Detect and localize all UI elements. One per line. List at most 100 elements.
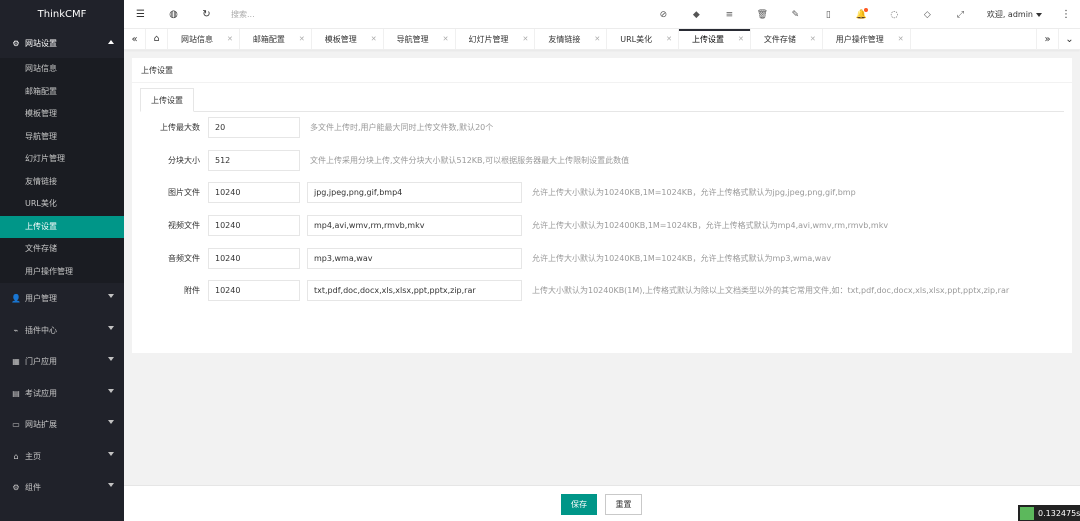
sidebar-item-storage[interactable]: 文件存储 <box>0 238 124 261</box>
max-files-input[interactable]: 20 <box>208 117 300 138</box>
sidebar-group-label: 组件 <box>25 483 41 493</box>
chevron-down-icon <box>108 483 114 487</box>
inner-tab-bar: 上传设置 <box>140 88 1064 112</box>
sidebar-item-upload[interactable]: 上传设置 <box>0 215 124 238</box>
timer-value: 0.132475s <box>1038 509 1080 518</box>
trash-icon[interactable]: 🗑 <box>746 10 779 20</box>
sidebar-group-plugins[interactable]: ⌁ 插件中心 <box>0 315 124 347</box>
inner-tab-upload[interactable]: 上传设置 <box>140 88 194 112</box>
image-ext-input[interactable]: jpg,jpeg,png,gif,bmp4 <box>307 182 522 203</box>
tag-icon[interactable]: ◇ <box>911 10 944 20</box>
layers-icon[interactable]: ◆ <box>680 10 713 20</box>
edit-icon[interactable]: ✎ <box>779 10 812 20</box>
refresh-icon[interactable]: ↻ <box>190 9 223 20</box>
document-icon[interactable]: ▯ <box>812 10 845 20</box>
close-icon[interactable]: ✕ <box>443 35 449 43</box>
list-icon[interactable]: ≡ <box>713 10 746 20</box>
more-icon[interactable]: ⋮ <box>1052 9 1080 20</box>
debug-timer[interactable]: 0.132475s <box>1018 505 1080 521</box>
row-audio-files: 音频文件 10240 mp3,wma,wav 允许上传大小默认为10240KB,… <box>132 248 1072 269</box>
sidebar-group-exam[interactable]: ▤ 考试应用 <box>0 378 124 410</box>
gears-icon: ⚙ <box>12 39 20 48</box>
sidebar-group-label: 考试应用 <box>25 388 57 398</box>
tab-label: 友情链接 <box>548 34 581 44</box>
video-size-input[interactable]: 10240 <box>208 215 300 236</box>
page-tabs: « ⌂ 网站信息 ✕ 邮箱配置 ✕ 模板管理 ✕ 导航管理 ✕ 幻灯片管理 ✕ 友情链接 ✕… <box>124 29 1080 50</box>
audio-size-input[interactable]: 10240 <box>208 248 300 269</box>
tab-storage[interactable]: 文件存储 ✕ <box>751 29 823 49</box>
sidebar-item-slides[interactable]: 幻灯片管理 <box>0 148 124 171</box>
sidebar-item-site-info[interactable]: 网站信息 <box>0 58 124 81</box>
close-icon[interactable]: ✕ <box>299 35 305 43</box>
field-hint: 多文件上传时,用户能最大同时上传文件数,默认20个 <box>310 123 494 132</box>
clear-cache-icon[interactable]: ⊘ <box>647 10 680 20</box>
close-icon[interactable]: ✕ <box>810 35 816 43</box>
sidebar-group-users[interactable]: 👤 用户管理 <box>0 283 124 315</box>
close-icon[interactable]: ✕ <box>227 35 233 43</box>
chunk-size-input[interactable]: 512 <box>208 150 300 171</box>
row-video-files: 视频文件 10240 mp4,avi,wmv,rm,rmvb,mkv 允许上传大… <box>132 215 1072 236</box>
gear-icon: ⚙ <box>12 483 20 493</box>
tabs-menu-chevron-icon[interactable]: ⌄ <box>1058 29 1080 50</box>
close-icon[interactable]: ✕ <box>371 35 377 43</box>
app-logo[interactable]: ThinkCMF <box>0 0 124 29</box>
reset-button[interactable]: 重置 <box>605 494 642 515</box>
fullscreen-icon[interactable]: ⤢ <box>944 10 977 20</box>
video-ext-input[interactable]: mp4,avi,wmv,rm,rmvb,mkv <box>307 215 522 236</box>
globe-icon[interactable]: ◍ <box>157 9 190 20</box>
tab-url[interactable]: URL美化 ✕ <box>607 29 679 49</box>
tab-slides[interactable]: 幻灯片管理 ✕ <box>456 29 536 49</box>
sidebar-group-label: 网站扩展 <box>25 420 57 430</box>
tab-label: 导航管理 <box>396 34 429 44</box>
sidebar-group-label: 网站设置 <box>25 39 57 48</box>
sidebar-group-extensions[interactable]: ▭ 网站扩展 <box>0 409 124 441</box>
field-label: 视频文件 <box>168 221 200 230</box>
home-tab-icon[interactable]: ⌂ <box>146 29 168 49</box>
tab-template[interactable]: 模板管理 ✕ <box>312 29 384 49</box>
sidebar: ThinkCMF ⚙ 网站设置 网站信息 邮箱配置 模板管理 导航管理 幻灯片管… <box>0 0 124 521</box>
field-hint: 文件上传采用分块上传,文件分块大小默认512KB,可以根据服务器最大上传限制设置… <box>310 156 630 165</box>
tab-site-info[interactable]: 网站信息 ✕ <box>168 29 240 49</box>
tab-links[interactable]: 友情链接 ✕ <box>535 29 608 49</box>
sidebar-group-home[interactable]: ⌂ 主页 <box>0 441 124 473</box>
tabs-scroll-right-icon[interactable]: » <box>1036 29 1058 50</box>
field-label: 音频文件 <box>168 254 200 263</box>
field-hint: 上传大小默认为10240KB(1M),上传格式默认为除以上文档类型以外的其它常用… <box>532 286 1010 295</box>
tab-label: 网站信息 <box>181 34 213 44</box>
save-button[interactable]: 保存 <box>561 494 597 515</box>
tab-navigation[interactable]: 导航管理 ✕ <box>384 29 456 49</box>
image-size-input[interactable]: 10240 <box>208 182 300 203</box>
close-icon[interactable]: ✕ <box>594 35 600 43</box>
tabs-scroll-left-icon[interactable]: « <box>124 29 146 49</box>
user-menu[interactable]: 欢迎, admin <box>987 9 1042 20</box>
user-icon: 👤 <box>11 294 21 304</box>
bell-icon[interactable]: 🔔 <box>845 7 878 20</box>
sidebar-item-links[interactable]: 友情链接 <box>0 171 124 194</box>
close-icon[interactable]: ✕ <box>738 35 744 43</box>
sidebar-group-components[interactable]: ⚙ 组件 <box>0 472 124 504</box>
sidebar-item-user-actions[interactable]: 用户操作管理 <box>0 261 124 284</box>
tab-upload[interactable]: 上传设置 ✕ <box>679 29 751 49</box>
sidebar-item-email-config[interactable]: 邮箱配置 <box>0 81 124 104</box>
audio-ext-input[interactable]: mp3,wma,wav <box>307 248 522 269</box>
tab-label: 上传设置 <box>692 34 724 44</box>
notification-dot <box>863 7 868 12</box>
tab-email-config[interactable]: 邮箱配置 ✕ <box>240 29 312 49</box>
menu-toggle-icon[interactable]: ☰ <box>124 9 157 20</box>
chat-icon[interactable]: ◌ <box>878 10 911 20</box>
sidebar-item-template[interactable]: 模板管理 <box>0 103 124 126</box>
sidebar-group-portal[interactable]: ▦ 门户应用 <box>0 346 124 378</box>
sidebar-group-label: 插件中心 <box>25 325 57 335</box>
close-icon[interactable]: ✕ <box>523 35 529 43</box>
sidebar-group-site-settings[interactable]: ⚙ 网站设置 <box>0 29 124 58</box>
tab-user-actions[interactable]: 用户操作管理 ✕ <box>823 29 911 49</box>
attachment-ext-input[interactable]: txt,pdf,doc,docx,xls,xlsx,ppt,pptx,zip,r… <box>307 280 522 301</box>
close-icon[interactable]: ✕ <box>898 35 904 43</box>
search-input[interactable]: 搜索... <box>231 9 431 20</box>
sidebar-group-label: 主页 <box>25 451 41 461</box>
tab-label: URL美化 <box>620 34 653 44</box>
attachment-size-input[interactable]: 10240 <box>208 280 300 301</box>
close-icon[interactable]: ✕ <box>666 35 672 43</box>
sidebar-item-url[interactable]: URL美化 <box>0 193 124 216</box>
sidebar-item-navigation[interactable]: 导航管理 <box>0 126 124 149</box>
